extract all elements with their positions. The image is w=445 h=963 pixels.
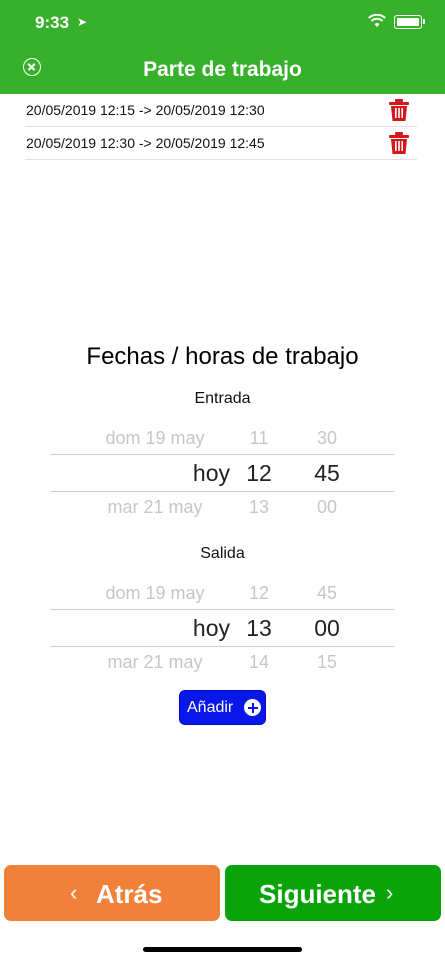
add-button[interactable]: Añadir [179,690,266,725]
entry-text: 20/05/2019 12:30 -> 20/05/2019 12:45 [26,135,265,151]
back-button[interactable]: ‹ Atrás [4,865,220,921]
picker-day[interactable]: mar 21 may [80,652,230,673]
next-button-label: Siguiente [259,879,377,909]
location-arrow-icon: ➤ [77,15,88,29]
picker-hour[interactable]: 11 [238,428,280,449]
add-button-label: Añadir [187,699,234,716]
section-title: Fechas / horas de trabajo [86,343,359,370]
entries-list: 20/05/2019 12:15 -> 20/05/2019 12:30 20/… [25,94,417,160]
picker-minute[interactable]: 00 [304,497,350,518]
picker-hour[interactable]: 13 [238,497,280,518]
chevron-right-icon: › [386,880,394,905]
picker-day-selected[interactable]: hoy [80,615,230,642]
battery-icon [394,15,422,29]
page-title: Parte de trabajo [143,58,302,81]
back-button-label: Atrás [96,879,163,909]
list-item: 20/05/2019 12:30 -> 20/05/2019 12:45 [25,127,417,160]
plus-circle-icon [244,699,261,716]
wifi-icon [368,14,386,27]
picker-hour-selected[interactable]: 13 [238,615,280,642]
header-bar: 9:33 ➤ Parte de trabajo [0,0,445,94]
home-indicator [143,947,302,952]
salida-picker[interactable]: dom 19 may 12 45 hoy 13 00 mar 21 may 14… [50,579,394,677]
picker-minute-selected[interactable]: 45 [304,460,350,487]
picker-minute[interactable]: 45 [304,583,350,604]
entrada-label: Entrada [194,390,251,407]
picker-hour[interactable]: 14 [238,652,280,673]
trash-icon[interactable] [389,99,409,121]
next-button[interactable]: Siguiente › [225,865,441,921]
salida-label: Salida [200,545,245,562]
status-time: 9:33 [35,13,70,32]
picker-day[interactable]: dom 19 may [80,428,230,449]
picker-day[interactable]: mar 21 may [80,497,230,518]
picker-day[interactable]: dom 19 may [80,583,230,604]
chevron-left-icon: ‹ [70,880,78,905]
picker-day-selected[interactable]: hoy [80,460,230,487]
picker-minute-selected[interactable]: 00 [304,615,350,642]
picker-minute[interactable]: 15 [304,652,350,673]
list-item: 20/05/2019 12:15 -> 20/05/2019 12:30 [25,94,417,127]
picker-minute[interactable]: 30 [304,428,350,449]
trash-icon[interactable] [389,132,409,154]
entrada-picker[interactable]: dom 19 may 11 30 hoy 12 45 mar 21 may 13… [50,424,394,522]
picker-hour[interactable]: 12 [238,583,280,604]
entry-text: 20/05/2019 12:15 -> 20/05/2019 12:30 [26,102,265,118]
picker-hour-selected[interactable]: 12 [238,460,280,487]
